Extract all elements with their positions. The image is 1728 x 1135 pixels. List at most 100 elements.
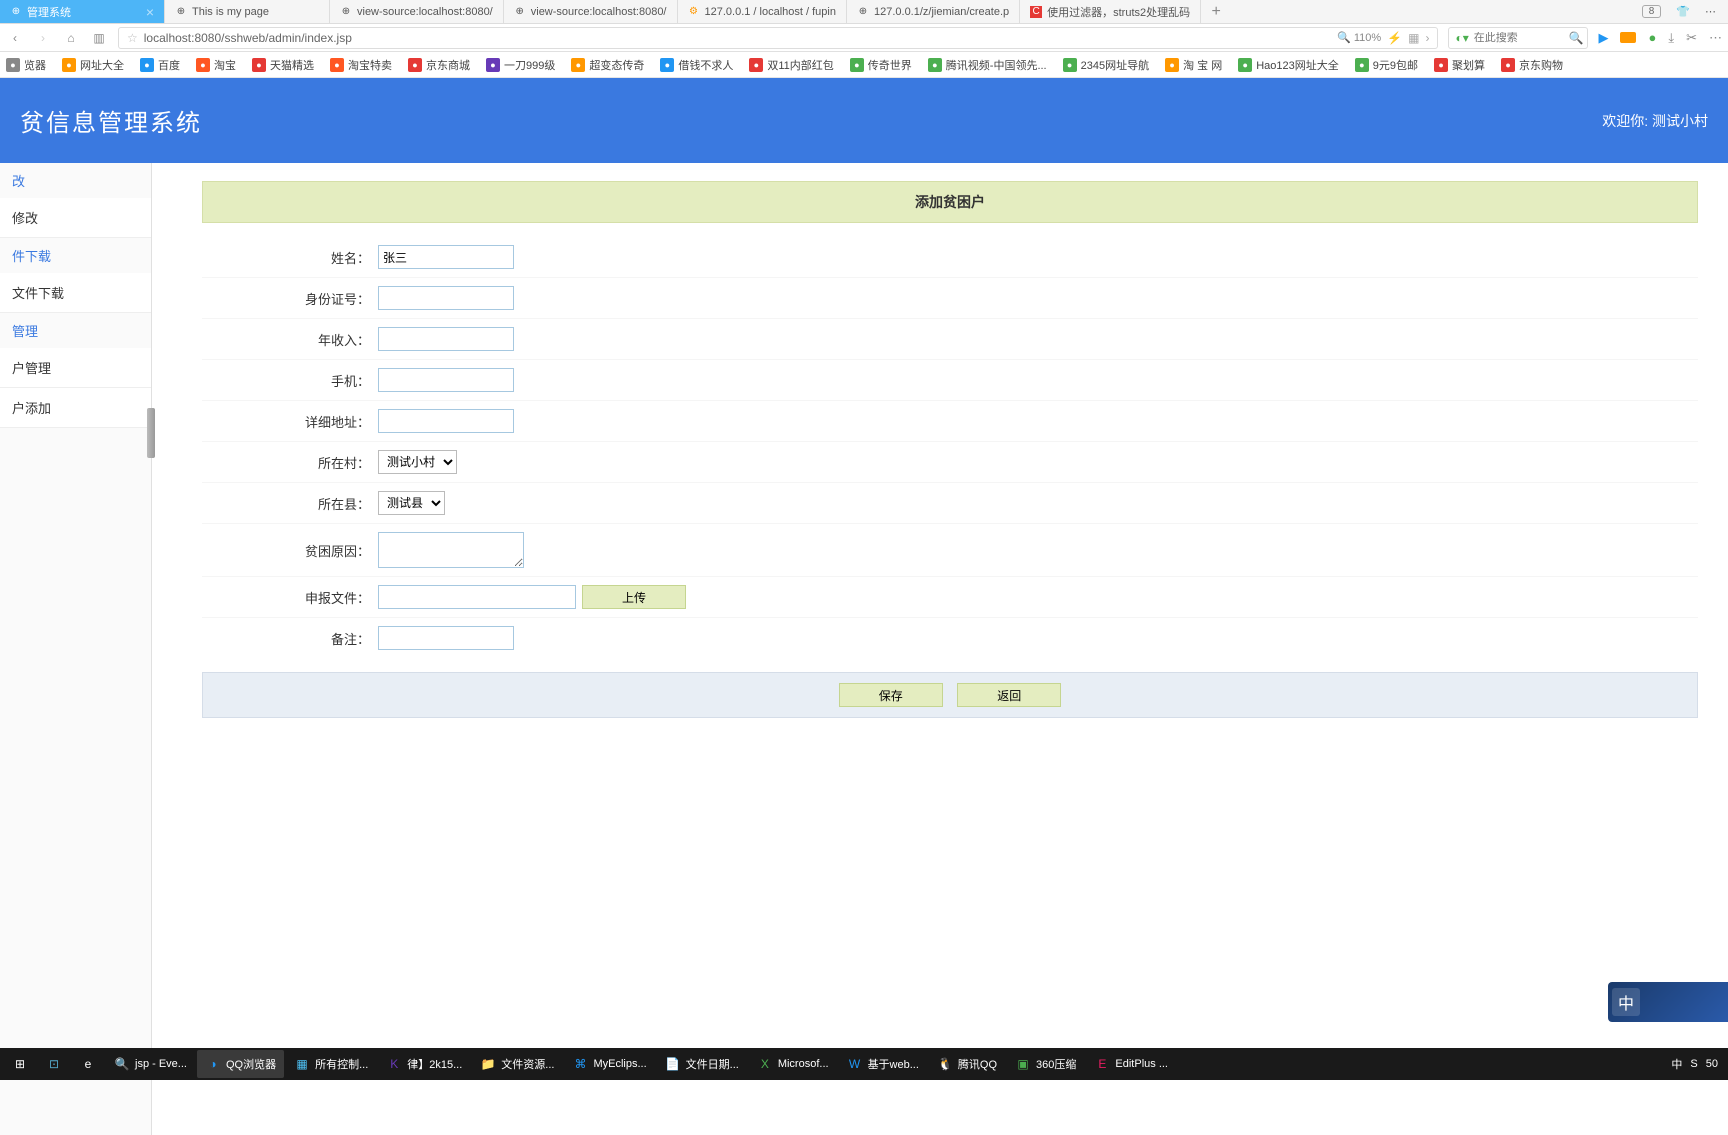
bookmark-item[interactable]: ●网址大全 xyxy=(62,57,124,73)
taskbar-item[interactable]: XMicrosof... xyxy=(749,1050,837,1078)
play-icon[interactable]: ▶ xyxy=(1598,30,1608,46)
taskbar-item[interactable]: ⊞ xyxy=(4,1050,36,1078)
close-icon[interactable]: × xyxy=(146,4,154,20)
form-title: 添加贫困户 xyxy=(202,181,1698,223)
browser-tab[interactable]: C 使用过滤器，struts2处理乱码 xyxy=(1020,0,1201,23)
bookmark-item[interactable]: ●聚划算 xyxy=(1434,57,1485,73)
star-icon[interactable]: ☆ xyxy=(127,31,138,45)
bookmark-icon: ● xyxy=(1501,58,1515,72)
bookmark-item[interactable]: ●2345网址导航 xyxy=(1063,57,1149,73)
bookmark-item[interactable]: ● 京东购物 xyxy=(1501,57,1563,73)
bookmark-item[interactable]: ●超变态传奇 xyxy=(571,57,644,73)
search-input[interactable] xyxy=(1474,32,1564,44)
browser-tab[interactable]: ⊕ This is my page xyxy=(165,0,330,23)
bookmark-item[interactable]: ●淘宝特卖 xyxy=(330,57,392,73)
bookmark-item[interactable]: ●传奇世界 xyxy=(850,57,912,73)
qr-icon[interactable]: ▦ xyxy=(1408,31,1419,45)
browser-tab[interactable]: ⊕ view-source:localhost:8080/ xyxy=(330,0,504,23)
sidebar-item[interactable]: 文件下载 xyxy=(0,273,151,313)
browser-tab-active[interactable]: ⊕ 管理系统 × xyxy=(0,0,165,23)
taskbar-item[interactable]: ◑QQ浏览器 xyxy=(197,1050,284,1078)
label-phone: 手机： xyxy=(202,371,378,390)
textarea-reason[interactable] xyxy=(378,532,524,568)
bookmark-item[interactable]: ●京东商城 xyxy=(408,57,470,73)
taskbar-item[interactable]: 🔍jsp - Eve... xyxy=(106,1050,195,1078)
tray-icon[interactable]: 中 xyxy=(1671,1056,1682,1072)
taskbar-item[interactable]: 📄文件日期... xyxy=(657,1050,747,1078)
url-field[interactable]: ☆ localhost:8080/sshweb/admin/index.jsp … xyxy=(118,27,1438,49)
sidebar-group[interactable]: 件下载 xyxy=(0,238,151,273)
save-button[interactable]: 保存 xyxy=(839,683,943,707)
taskbar-app-icon: 🐧 xyxy=(937,1056,953,1072)
browser-tab[interactable]: ⊕ view-source:localhost:8080/ xyxy=(504,0,678,23)
bookmark-item[interactable]: ●借钱不求人 xyxy=(660,57,733,73)
flash-icon[interactable]: ⚡ xyxy=(1387,31,1402,45)
search-engine-icon[interactable]: ◐▾ xyxy=(1455,31,1468,45)
taskbar-item[interactable]: 🐧腾讯QQ xyxy=(929,1050,1005,1078)
sidebar-item[interactable]: 户添加 xyxy=(0,388,151,428)
home-button[interactable]: ⌂ xyxy=(62,31,80,45)
taskbar-label: EditPlus ... xyxy=(1115,1058,1168,1070)
search-field[interactable]: ◐▾ 🔍 xyxy=(1448,27,1588,49)
wechat-icon[interactable]: ● xyxy=(1648,30,1656,45)
ime-float-widget[interactable]: 中 xyxy=(1608,982,1728,1022)
sidebar-collapse-handle[interactable] xyxy=(147,408,155,458)
bookmark-label: 京东购物 xyxy=(1519,57,1563,73)
cut-icon[interactable]: ✂ xyxy=(1686,30,1697,46)
bookmark-label: 聚划算 xyxy=(1452,57,1485,73)
taskbar-app-icon: 🔍 xyxy=(114,1056,130,1072)
browser-tab[interactable]: ⊕ 127.0.0.1/z/jiemian/create.p xyxy=(847,0,1020,23)
forward-button[interactable]: › xyxy=(34,31,52,45)
download-icon[interactable]: ⤓ xyxy=(1668,30,1674,46)
more-icon[interactable]: ⋯ xyxy=(1705,5,1716,18)
bookmark-item[interactable]: ●天猫精选 xyxy=(252,57,314,73)
taskbar-item[interactable]: K律】2k15... xyxy=(378,1050,470,1078)
tray-icon[interactable]: S xyxy=(1690,1058,1697,1070)
bookmark-item[interactable]: ●腾讯视频-中国领先... xyxy=(928,57,1047,73)
zoom-indicator[interactable]: 🔍 110% xyxy=(1337,31,1381,44)
browser-tab[interactable]: ⚙ 127.0.0.1 / localhost / fupin xyxy=(678,0,847,23)
taskbar-item[interactable]: ⊡ xyxy=(38,1050,70,1078)
taskbar-item[interactable]: ⌘MyEclips... xyxy=(564,1050,654,1078)
bookmark-item[interactable]: ●Hao123网址大全 xyxy=(1238,57,1339,73)
bookmark-item[interactable]: ●双11内部红包 xyxy=(749,57,833,73)
new-tab-button[interactable]: + xyxy=(1201,0,1231,23)
input-address[interactable] xyxy=(378,409,514,433)
search-icon[interactable]: 🔍 xyxy=(1569,31,1584,45)
sidebar-item[interactable]: 户管理 xyxy=(0,348,151,388)
reader-button[interactable]: ▥ xyxy=(90,31,108,45)
bookmark-icon: ● xyxy=(1238,58,1252,72)
bookmark-item[interactable]: ●淘 宝 网 xyxy=(1165,57,1222,73)
input-file[interactable] xyxy=(378,585,576,609)
input-phone[interactable] xyxy=(378,368,514,392)
video-icon[interactable] xyxy=(1620,32,1636,43)
bookmark-item[interactable]: ●淘宝 xyxy=(196,57,236,73)
bookmark-item[interactable]: ●9元9包邮 xyxy=(1355,57,1418,73)
back-button[interactable]: 返回 xyxy=(957,683,1061,707)
more-icon[interactable]: ⋯ xyxy=(1709,30,1722,46)
select-county[interactable]: 测试县 xyxy=(378,491,445,515)
tray-icon[interactable]: 50 xyxy=(1706,1058,1718,1070)
taskbar-item[interactable]: 📁文件资源... xyxy=(472,1050,562,1078)
input-idcard[interactable] xyxy=(378,286,514,310)
input-income[interactable] xyxy=(378,327,514,351)
sidebar-group[interactable]: 管理 xyxy=(0,313,151,348)
bookmark-item[interactable]: ●一刀999级 xyxy=(486,57,555,73)
back-button[interactable]: ‹ xyxy=(6,31,24,45)
arrow-right-icon[interactable]: › xyxy=(1425,31,1429,45)
input-name[interactable] xyxy=(378,245,514,269)
taskbar-item[interactable]: EEditPlus ... xyxy=(1086,1050,1176,1078)
tab-count-badge[interactable]: 8 xyxy=(1642,5,1662,18)
taskbar-item[interactable]: ▦所有控制... xyxy=(286,1050,376,1078)
sidebar-group[interactable]: 改 xyxy=(0,163,151,198)
taskbar-item[interactable]: ▣360压缩 xyxy=(1007,1050,1084,1078)
input-remark[interactable] xyxy=(378,626,514,650)
bookmark-item[interactable]: ●百度 xyxy=(140,57,180,73)
wardrobe-icon[interactable]: 👕 xyxy=(1676,5,1690,18)
upload-button[interactable]: 上传 xyxy=(582,585,686,609)
taskbar-item[interactable]: e xyxy=(72,1050,104,1078)
select-village[interactable]: 测试小村 xyxy=(378,450,457,474)
bookmark-item[interactable]: ●览器 xyxy=(6,57,46,73)
sidebar-item[interactable]: 修改 xyxy=(0,198,151,238)
taskbar-item[interactable]: W基于web... xyxy=(839,1050,927,1078)
